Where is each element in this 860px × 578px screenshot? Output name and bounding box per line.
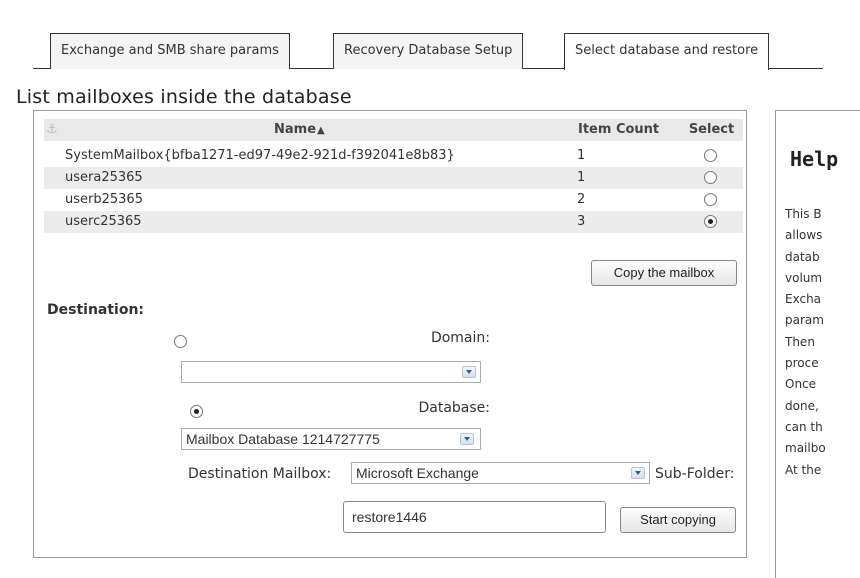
mailbox-table: ⚓ Name▲ Item Count Select SystemMailbox{…: [44, 119, 743, 233]
mailbox-name: userb25365: [65, 192, 143, 207]
help-line: This B: [785, 207, 822, 221]
mailbox-select-radio-cell: [688, 145, 733, 167]
help-line: can th: [785, 419, 823, 434]
table-row: SystemMailbox{bfba1271-ed97-49e2-921d-f3…: [44, 145, 743, 167]
mailbox-select-radio[interactable]: [704, 171, 717, 184]
destination-heading: Destination:: [47, 302, 145, 318]
mailbox-item-count: 1: [577, 148, 586, 163]
column-header-select[interactable]: Select: [684, 119, 739, 141]
mailbox-name: SystemMailbox{bfba1271-ed97-49e2-921d-f3…: [65, 148, 455, 163]
help-line: mailbo: [785, 441, 826, 456]
sub-folder-label: Sub-Folder:: [655, 466, 735, 482]
help-title: Help: [790, 147, 839, 171]
destination-mailbox-select[interactable]: Microsoft Exchange: [351, 462, 650, 484]
mailbox-item-count: 2: [577, 192, 586, 207]
anchor-icon: ⚓: [46, 122, 58, 137]
table-header-row: ⚓ Name▲ Item Count Select: [44, 119, 743, 141]
help-panel: Help This B allows datab volum Excha par…: [775, 110, 860, 578]
tab-recovery-database-setup[interactable]: Recovery Database Setup: [333, 33, 524, 69]
table-row: userc25365 3: [44, 211, 743, 233]
mailbox-select-radio[interactable]: [704, 149, 717, 162]
destination-mailbox-value: Microsoft Exchange: [356, 465, 479, 481]
mailbox-select-radio-cell: [688, 211, 733, 233]
table-row: userb25365 2: [44, 189, 743, 211]
help-line: Excha: [785, 292, 822, 307]
mailbox-select-radio-cell: [688, 189, 733, 211]
help-line: proce: [785, 356, 819, 371]
help-line: Then: [785, 334, 815, 349]
column-header-item-count[interactable]: Item Count: [578, 119, 659, 141]
help-line: param: [785, 313, 824, 328]
help-line: At the: [785, 462, 822, 477]
table-row: usera25365 1: [44, 167, 743, 189]
mailbox-name: usera25365: [65, 170, 143, 185]
tab-exchange-smb-params[interactable]: Exchange and SMB share params: [50, 33, 290, 69]
chevron-down-icon: [631, 467, 645, 479]
start-copying-button[interactable]: Start copying: [620, 507, 736, 533]
mailbox-select-radio[interactable]: [704, 193, 717, 206]
database-select-value: Mailbox Database 1214727775: [186, 431, 380, 447]
domain-label: Domain:: [430, 330, 490, 346]
domain-select[interactable]: [181, 361, 481, 383]
help-line: datab: [785, 249, 820, 264]
help-line: done,: [785, 398, 819, 413]
mailbox-item-count: 3: [577, 214, 586, 229]
column-header-name[interactable]: Name▲: [274, 119, 384, 141]
tab-select-database-restore[interactable]: Select database and restore: [564, 33, 770, 70]
mailbox-list-legend: List mailboxes inside the database: [14, 86, 358, 108]
chevron-down-icon: [460, 433, 474, 445]
mailbox-name: userc25365: [65, 214, 142, 229]
help-line: Once: [785, 377, 817, 392]
database-select[interactable]: Mailbox Database 1214727775: [181, 428, 481, 450]
mailbox-item-count: 1: [577, 170, 586, 185]
domain-radio[interactable]: [174, 335, 187, 348]
help-line: allows: [785, 228, 823, 243]
destination-mailbox-label: Destination Mailbox:: [188, 466, 332, 482]
copy-mailbox-button[interactable]: Copy the mailbox: [591, 260, 737, 286]
help-line: volum: [785, 270, 823, 285]
sub-folder-input[interactable]: restore1446: [343, 501, 606, 533]
mailbox-select-radio-cell: [688, 167, 733, 189]
help-text: This B allows datab volum Excha param Th…: [785, 204, 826, 481]
chevron-down-icon: [462, 366, 476, 378]
database-label: Database:: [418, 400, 490, 416]
sort-ascending-icon: ▲: [317, 125, 325, 136]
mailbox-select-radio[interactable]: [704, 215, 717, 228]
